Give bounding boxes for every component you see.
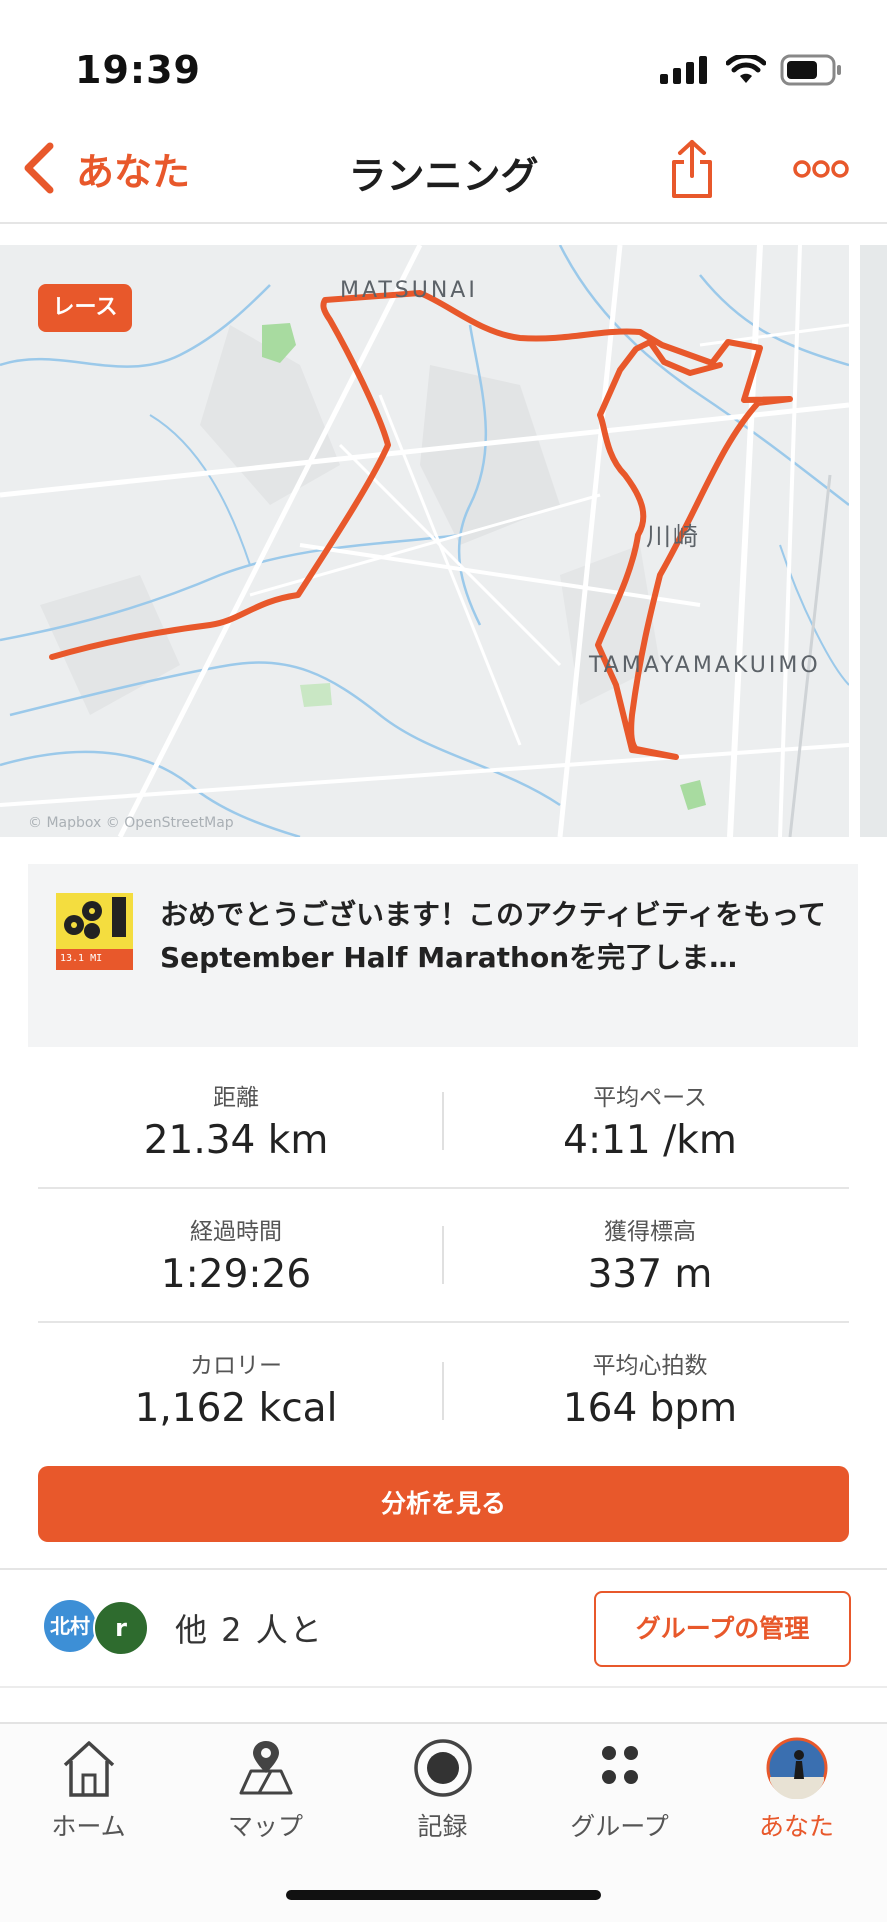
manage-group-button[interactable]: グループの管理 — [594, 1591, 851, 1667]
tab-home[interactable]: ホーム — [0, 1735, 177, 1843]
group-members-text[interactable]: 他 2 人と — [175, 1605, 324, 1651]
map-attribution[interactable]: © Mapbox © OpenStreetMap — [28, 815, 234, 831]
tab-label: あなた — [758, 1812, 834, 1841]
stat-value-distance: 21.34 km — [143, 1118, 329, 1163]
stat-label-calories: カロリー — [190, 1353, 282, 1379]
section-divider — [0, 1568, 887, 1570]
home-icon — [63, 1741, 114, 1797]
page-title: ランニング — [348, 154, 539, 198]
share-icon — [672, 140, 712, 198]
stat-label-elevation-gain: 獲得標高 — [604, 1219, 696, 1245]
challenge-badge-text: 13.1 MI — [60, 953, 103, 964]
map-label-tamayama: TAMAYAMAKUIMO — [589, 653, 821, 678]
stat-label-avg-heart-rate: 平均心拍数 — [592, 1353, 708, 1379]
more-button[interactable] — [792, 158, 850, 184]
share-button[interactable] — [670, 138, 714, 204]
map-label-kawasaki: 川崎 — [646, 522, 701, 551]
map-icon — [239, 1741, 292, 1795]
stat-value-avg-pace: 4:11 /km — [563, 1118, 737, 1163]
achievement-message: おめでとうございます！このアクティビティをもってSeptember Half M… — [160, 898, 826, 974]
stat-divider — [442, 1362, 444, 1420]
wifi-icon — [726, 55, 766, 83]
home-indicator[interactable] — [286, 1890, 601, 1900]
stat-divider — [442, 1092, 444, 1150]
view-analysis-button[interactable]: 分析を見る — [38, 1466, 849, 1542]
tab-maps[interactable]: マップ — [177, 1735, 354, 1843]
stat-row-divider — [38, 1321, 849, 1323]
tab-record[interactable]: 記録 — [354, 1735, 531, 1843]
tab-groups[interactable]: グループ — [531, 1735, 708, 1843]
stat-value-elevation-gain: 337 m — [587, 1252, 713, 1297]
stat-value-avg-heart-rate: 164 bpm — [562, 1386, 738, 1431]
stat-row-divider — [38, 1187, 849, 1189]
status-time: 19:39 — [75, 48, 201, 92]
profile-avatar-icon — [766, 1737, 827, 1799]
race-badge: レース — [38, 284, 132, 332]
more-dots-icon — [793, 160, 849, 178]
stat-label-avg-pace: 平均ペース — [593, 1085, 707, 1111]
map-label-matsunai: MATSUNAI — [340, 278, 478, 303]
stat-label-distance: 距離 — [213, 1085, 259, 1111]
stat-label-elapsed-time: 経過時間 — [190, 1219, 282, 1245]
section-divider — [0, 1686, 887, 1688]
tab-label: グループ — [570, 1812, 669, 1841]
avatar[interactable]: 北村 — [44, 1600, 96, 1652]
tab-label: マップ — [227, 1812, 303, 1841]
tab-label: 記録 — [417, 1812, 468, 1841]
groups-icon — [601, 1746, 638, 1784]
map-next-preview[interactable] — [860, 245, 887, 837]
tab-label: ホーム — [51, 1812, 126, 1841]
map-canvas — [0, 245, 849, 837]
record-icon — [413, 1739, 472, 1797]
battery-icon — [780, 54, 841, 86]
route-map[interactable]: MATSUNAI 川崎 TAMAYAMAKUIMO — [0, 245, 849, 837]
stat-value-elapsed-time: 1:29:26 — [160, 1252, 312, 1297]
challenge-badge-icon: 13.1 MI — [56, 893, 133, 970]
avatar[interactable]: r — [93, 1600, 149, 1656]
stat-value-calories: 1,162 kcal — [134, 1386, 338, 1431]
stat-divider — [442, 1226, 444, 1284]
tab-you[interactable]: あなた — [708, 1735, 885, 1843]
status-icons — [660, 50, 842, 90]
signal-icon — [660, 56, 707, 84]
header-divider — [0, 222, 887, 224]
